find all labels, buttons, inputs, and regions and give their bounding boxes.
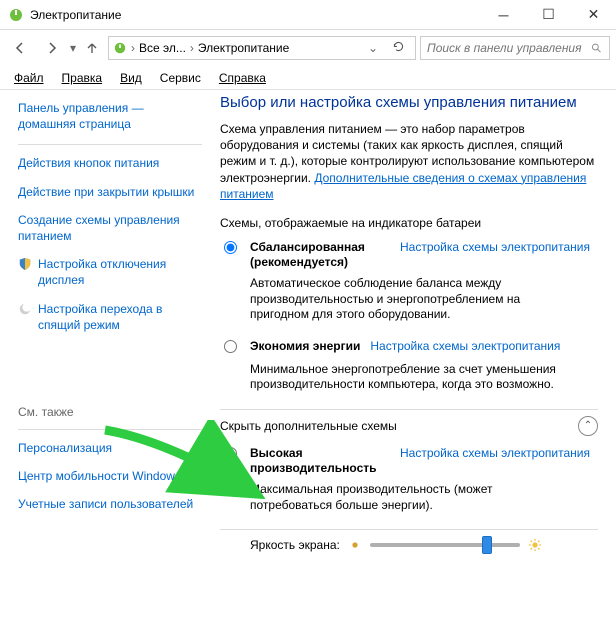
refresh-button[interactable]	[386, 40, 411, 56]
divider	[18, 429, 202, 430]
brightness-label: Яркость экрана:	[250, 538, 340, 552]
search-box[interactable]	[420, 36, 610, 60]
nav-toolbar: ▾ › Все эл... › Электропитание ⌄	[0, 30, 616, 66]
plan-description: Максимальная производительность (может п…	[220, 482, 560, 513]
arrow-left-icon	[12, 40, 28, 56]
plan-high-performance: Высокая производительность Настройка схе…	[220, 446, 598, 476]
plans-section-label: Схемы, отображаемые на индикаторе батаре…	[220, 216, 598, 230]
shield-icon	[18, 257, 32, 271]
plan-radio-energy-saver[interactable]	[224, 340, 237, 353]
sidebar-link-create-plan[interactable]: Создание схемы управления питанием	[18, 212, 202, 244]
moon-icon	[18, 302, 32, 316]
brightness-slider[interactable]	[370, 543, 520, 547]
divider	[18, 144, 202, 145]
brightness-control: Яркость экрана:	[220, 529, 598, 552]
sidebar: Панель управления — домашняя страница Де…	[0, 90, 210, 617]
additional-plans-toggle[interactable]: Скрыть дополнительные схемы ⌃	[220, 409, 598, 436]
arrow-up-icon	[85, 41, 99, 55]
nav-history-dropdown[interactable]: ▾	[70, 41, 76, 55]
menu-view[interactable]: Вид	[112, 69, 150, 87]
content-area: Панель управления — домашняя страница Де…	[0, 90, 616, 617]
close-button[interactable]: ✕	[571, 0, 616, 30]
plan-description: Минимальное энергопотребление за счет ум…	[220, 362, 560, 393]
refresh-icon	[392, 40, 405, 53]
chevron-up-icon: ⌃	[578, 416, 598, 436]
see-also-accounts[interactable]: Учетные записи пользователей	[18, 496, 202, 512]
see-also-personalization[interactable]: Персонализация	[18, 440, 202, 456]
menu-edit[interactable]: Правка	[54, 69, 111, 87]
sidebar-home-link[interactable]: Панель управления — домашняя страница	[18, 100, 202, 132]
plan-energy-saver: Экономия энергии Настройка схемы электро…	[220, 339, 598, 356]
maximize-button[interactable]: ☐	[526, 0, 571, 30]
sidebar-link-sleep[interactable]: Настройка перехода в спящий режим	[38, 301, 202, 333]
nav-back-button[interactable]	[6, 34, 34, 62]
plan-settings-link[interactable]: Настройка схемы электропитания	[400, 240, 590, 254]
plan-radio-balanced[interactable]	[224, 241, 237, 254]
nav-forward-button[interactable]	[38, 34, 66, 62]
breadcrumb-sep-icon: ›	[190, 41, 194, 55]
breadcrumb-item[interactable]: Электропитание	[198, 41, 289, 55]
window-title: Электропитание	[30, 8, 481, 22]
minimize-button[interactable]: ─	[481, 0, 526, 30]
menubar: Файл Правка Вид Сервис Справка	[0, 66, 616, 90]
sidebar-link-display-off[interactable]: Настройка отключения дисплея	[38, 256, 202, 288]
menu-help[interactable]: Справка	[211, 69, 274, 87]
breadcrumb-item[interactable]: Все эл...	[139, 41, 186, 55]
page-description: Схема управления питанием — это набор па…	[220, 121, 598, 202]
plan-description: Автоматическое соблюдение баланса между …	[220, 276, 560, 323]
sun-bright-icon	[528, 538, 542, 552]
plan-balanced: Сбалансированная (рекомендуется) Настрой…	[220, 240, 598, 270]
address-dropdown-icon[interactable]: ⌄	[364, 41, 382, 55]
plan-settings-link[interactable]: Настройка схемы электропитания	[370, 339, 560, 353]
slider-thumb[interactable]	[482, 536, 492, 554]
sun-dim-icon	[348, 538, 362, 552]
arrow-right-icon	[44, 40, 60, 56]
plan-name: Сбалансированная (рекомендуется)	[250, 240, 390, 270]
address-bar[interactable]: › Все эл... › Электропитание ⌄	[108, 36, 416, 60]
power-icon	[8, 7, 24, 23]
search-input[interactable]	[427, 41, 585, 55]
collapse-label: Скрыть дополнительные схемы	[220, 419, 578, 433]
plan-name: Высокая производительность	[250, 446, 390, 476]
menu-service[interactable]: Сервис	[152, 69, 209, 87]
see-also-mobility[interactable]: Центр мобильности Windows	[18, 468, 202, 484]
power-icon	[113, 41, 127, 55]
sidebar-link-lid[interactable]: Действие при закрытии крышки	[18, 184, 202, 200]
main-panel: Выбор или настройка схемы управления пит…	[210, 90, 616, 617]
nav-up-button[interactable]	[80, 36, 104, 60]
menu-file[interactable]: Файл	[6, 69, 52, 87]
see-also-heading: См. также	[18, 405, 202, 419]
titlebar: Электропитание ─ ☐ ✕	[0, 0, 616, 30]
search-icon	[591, 42, 603, 55]
plan-name: Экономия энергии	[250, 339, 360, 354]
breadcrumb-sep-icon: ›	[131, 41, 135, 55]
page-title: Выбор или настройка схемы управления пит…	[220, 94, 598, 111]
plan-settings-link[interactable]: Настройка схемы электропитания	[400, 446, 590, 460]
sidebar-link-buttons[interactable]: Действия кнопок питания	[18, 155, 202, 171]
plan-radio-high-performance[interactable]	[224, 447, 237, 460]
